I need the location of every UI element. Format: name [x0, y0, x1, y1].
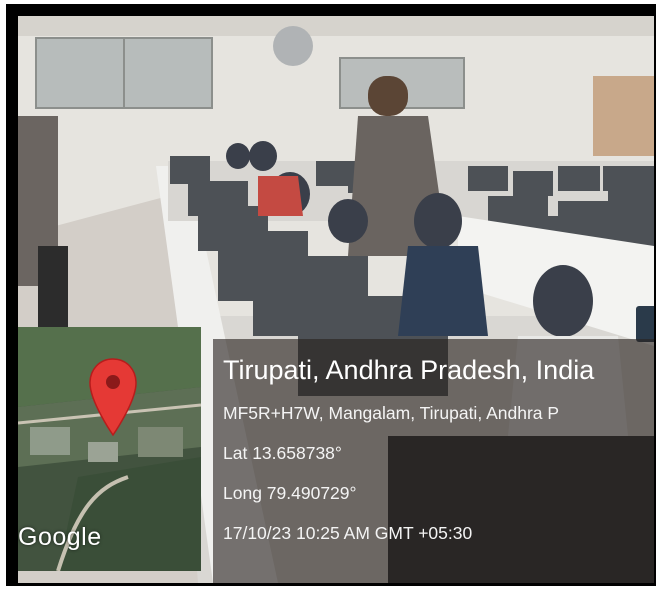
map-thumbnail: Google: [18, 327, 201, 571]
google-logo: Google: [18, 523, 102, 551]
photo-frame: Tirupati, Andhra Pradesh, India MF5R+H7W…: [6, 4, 656, 586]
app-badge-icon: [636, 306, 654, 342]
location-overlay: Tirupati, Andhra Pradesh, India MF5R+H7W…: [213, 339, 654, 583]
timestamp: 17/10/23 10:25 AM GMT +05:30: [223, 523, 473, 543]
map-pin-icon: [89, 358, 137, 437]
location-address: MF5R+H7W, Mangalam, Tirupati, Andhra P: [223, 403, 560, 423]
latitude: Lat 13.658738°: [223, 443, 342, 463]
longitude: Long 79.490729°: [223, 483, 357, 503]
location-title: Tirupati, Andhra Pradesh, India: [223, 355, 595, 385]
